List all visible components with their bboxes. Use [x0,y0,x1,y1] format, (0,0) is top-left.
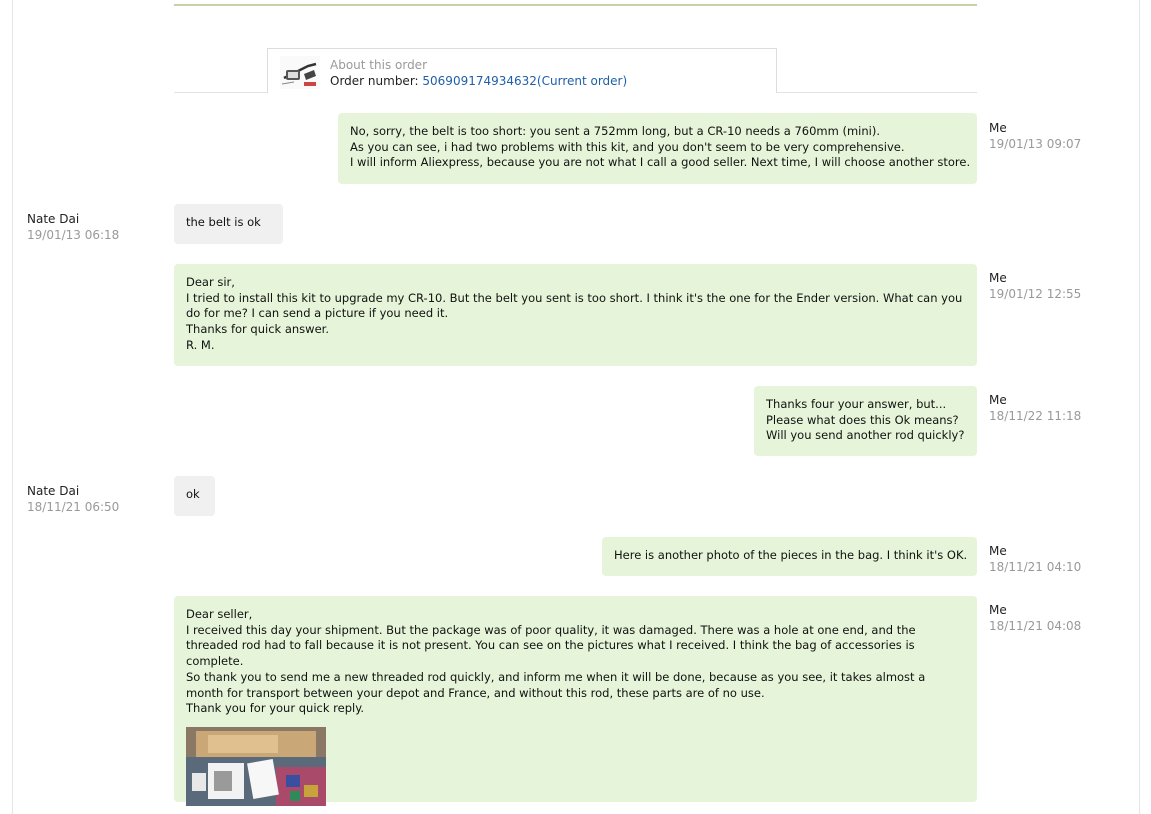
page-frame-left [12,0,13,814]
order-about-label: About this order [330,58,428,72]
message-meta: Me 19/01/12 12:55 [989,270,1081,302]
message-line: Dear seller, [186,607,253,621]
message-bubble-me: Dear seller, I received this day your sh… [174,596,977,806]
message-bubble-them: ok [174,476,215,516]
message-line: Please what does this Ok means? [766,412,959,427]
sender-name: Me [989,603,1007,617]
message-line: I will inform Aliexpress, because you ar… [350,155,971,170]
sender-name: Nate Dai [27,484,80,498]
message-line: the belt is ok [186,215,261,229]
message-bubble-them: the belt is ok [174,204,283,244]
order-number-label: Order number: [330,74,423,88]
message-line: Dear sir, [186,275,235,289]
message-line: Here is another photo of the pieces in t… [614,548,968,562]
message-meta: Me 18/11/22 11:18 [989,392,1081,424]
message-time: 18/11/21 06:50 [27,500,120,514]
attached-photo[interactable] [186,726,326,806]
message-line: I received this day your shipment. But t… [186,622,916,669]
message-time: 19/01/13 06:18 [27,228,120,242]
message-bubble-me: No, sorry, the belt is too short: you se… [338,113,977,184]
product-thumbnail[interactable] [280,56,320,89]
message-bubble-me: Here is another photo of the pieces in t… [602,537,977,576]
message-time: 18/11/21 04:10 [989,560,1082,574]
page-frame-right [1139,0,1140,814]
message-line: I tried to install this kit to upgrade m… [186,290,963,321]
sender-name: Me [989,544,1007,558]
message-time: 19/01/13 09:07 [989,137,1082,151]
message-line: Thank you for your quick reply. [186,701,365,716]
message-line: Will you send another rod quickly? [766,428,965,443]
message-line: R. M. [186,337,215,352]
message-line: Thanks for quick answer. [186,322,329,337]
message-line: Thanks four your answer, but... [766,397,947,411]
message-bubble-me: Dear sir, I tried to install this kit to… [174,264,977,366]
sender-name: Me [989,121,1007,135]
message-meta: Nate Dai 19/01/13 06:18 [27,211,119,243]
message-meta: Me 18/11/21 04:10 [989,543,1081,575]
message-meta: Me 18/11/21 04:08 [989,602,1081,634]
message-meta: Nate Dai 18/11/21 06:50 [27,483,119,515]
top-divider [174,4,977,6]
message-line: As you can see, i had two problems with … [350,139,905,154]
message-meta: Me 19/01/13 09:07 [989,120,1081,152]
order-card: About this order Order number: 506909174… [267,48,777,93]
sender-name: Nate Dai [27,212,80,226]
message-line: No, sorry, the belt is too short: you se… [350,124,880,138]
message-line: ok [186,487,200,501]
message-time: 19/01/12 12:55 [989,287,1082,301]
message-bubble-me: Thanks four your answer, but... Please w… [754,386,977,456]
order-number-link[interactable]: 506909174934632(Current order) [422,74,627,88]
sender-name: Me [989,393,1007,407]
order-number-line: Order number: 506909174934632(Current or… [330,74,627,88]
message-time: 18/11/21 04:08 [989,619,1082,633]
sender-name: Me [989,271,1007,285]
message-line: So thank you to send me a new threaded r… [186,669,926,700]
message-time: 18/11/22 11:18 [989,409,1082,423]
